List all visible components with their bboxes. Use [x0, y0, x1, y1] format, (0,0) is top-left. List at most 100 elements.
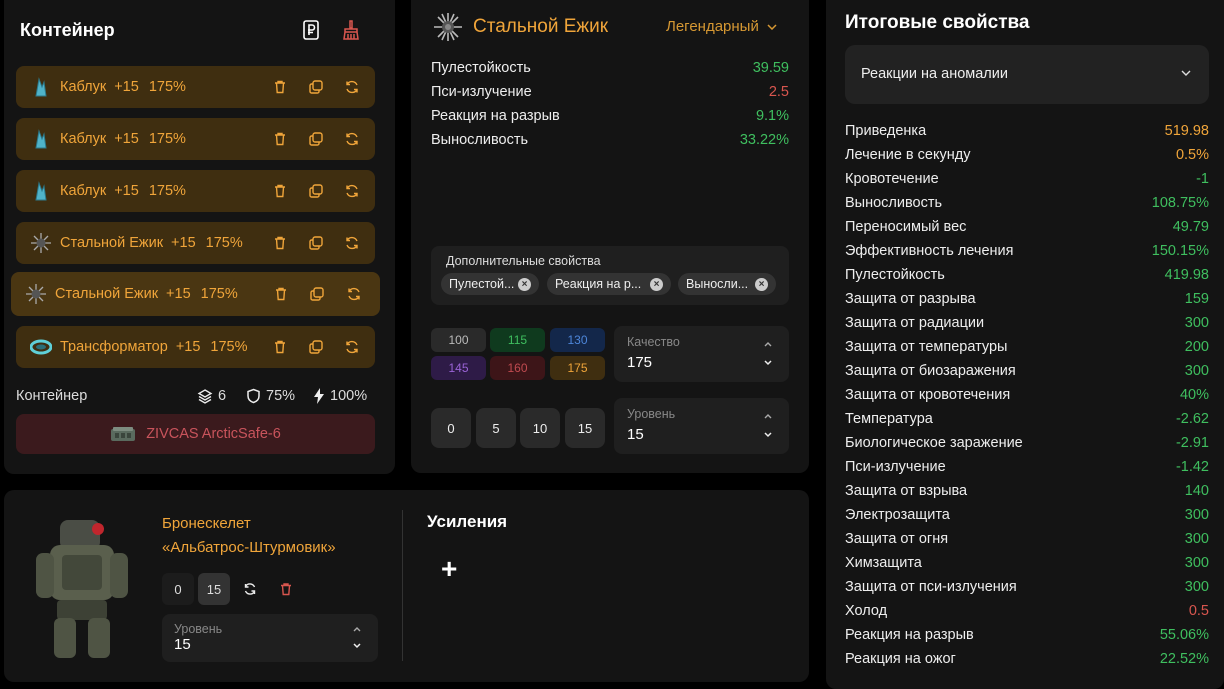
- trash-icon[interactable]: [272, 79, 288, 95]
- extra-chip[interactable]: Пулестой... ×: [441, 273, 539, 295]
- quality-label: Качество: [627, 335, 680, 349]
- container-slot[interactable]: Каблук +15 175%: [16, 118, 375, 160]
- container-select-button[interactable]: ZIVCAS ArcticSafe-6: [16, 414, 375, 454]
- refresh-icon: [244, 583, 256, 595]
- final-property-label: Температура: [845, 411, 933, 427]
- broom-clear-icon[interactable]: [342, 20, 360, 40]
- property-value: 9.1%: [755, 108, 789, 124]
- property-group-select[interactable]: Реакции на аномалии: [845, 45, 1209, 104]
- chevron-down-icon[interactable]: [763, 358, 773, 368]
- final-property-label: Биологическое заражение: [845, 435, 1023, 451]
- quality-button-160[interactable]: 160: [490, 356, 545, 380]
- chip-remove-icon[interactable]: ×: [518, 277, 531, 291]
- property-label: Пси-излучение: [431, 84, 532, 100]
- quality-button-130[interactable]: 130: [550, 328, 605, 352]
- chevron-down-icon: [767, 23, 777, 30]
- container-slot[interactable]: Каблук +15 175%: [16, 170, 375, 212]
- extra-properties-title: Дополнительные свойства: [446, 254, 601, 268]
- final-property-value: 108.75%: [1151, 195, 1209, 211]
- copy-icon[interactable]: [308, 79, 324, 95]
- final-property-label: Защита от температуры: [845, 339, 1008, 355]
- armor-level-stepper[interactable]: Уровень 15: [162, 614, 378, 662]
- copy-icon[interactable]: [308, 235, 324, 251]
- chevron-down-icon[interactable]: [352, 641, 362, 651]
- level-button-15[interactable]: 15: [565, 408, 605, 448]
- trash-icon[interactable]: [273, 286, 289, 302]
- final-property-value: 300: [1184, 531, 1209, 547]
- level-button-10[interactable]: 10: [520, 408, 560, 448]
- slots-stat: 6: [197, 388, 226, 404]
- copy-icon[interactable]: [308, 339, 324, 355]
- final-property-label: Пси-излучение: [845, 459, 946, 475]
- container-slot[interactable]: Каблук +15 175%: [16, 66, 375, 108]
- level-label: Уровень: [627, 407, 676, 421]
- trash-icon[interactable]: [272, 339, 288, 355]
- refresh-icon[interactable]: [344, 79, 360, 95]
- refresh-icon[interactable]: [346, 286, 362, 302]
- slot-quality: 175%: [205, 235, 243, 251]
- energy-stat: 100%: [313, 388, 367, 404]
- container-slot[interactable]: Стальной Ежик +15 175%: [16, 222, 375, 264]
- slot-name: Каблук: [60, 79, 107, 95]
- final-properties-panel: Итоговые свойства Реакции на аномалии Пр…: [826, 0, 1224, 689]
- armor-level-0-button[interactable]: 0: [162, 573, 194, 605]
- artifact-panel: Стальной Ежик Легендарный Пулестойкость 3…: [411, 0, 809, 473]
- final-property-value: -1: [1196, 171, 1209, 187]
- quality-stepper[interactable]: Качество 175: [614, 326, 789, 382]
- hedgehog-icon: [434, 13, 462, 41]
- level-button-5[interactable]: 5: [476, 408, 516, 448]
- final-property-row: Защита от радиации 300: [845, 315, 1209, 331]
- copy-icon[interactable]: [308, 183, 324, 199]
- artifact-header: Стальной Ежик: [433, 12, 608, 42]
- add-boost-button[interactable]: +: [441, 553, 457, 585]
- quality-button-100[interactable]: 100: [431, 328, 486, 352]
- final-property-label: Реакция на разрыв: [845, 627, 974, 643]
- trash-icon: [281, 583, 291, 596]
- chevron-down-icon[interactable]: [763, 430, 773, 440]
- quality-button-145[interactable]: 145: [431, 356, 486, 380]
- extra-chip[interactable]: Выносли... ×: [678, 273, 776, 295]
- refresh-icon[interactable]: [344, 339, 360, 355]
- final-property-row: Лечение в секунду 0.5%: [845, 147, 1209, 163]
- refresh-icon[interactable]: [344, 131, 360, 147]
- trash-icon[interactable]: [272, 235, 288, 251]
- chevron-up-icon[interactable]: [763, 339, 773, 349]
- property-value: 2.5: [768, 84, 789, 100]
- refresh-icon[interactable]: [344, 183, 360, 199]
- property-group-value: Реакции на аномалии: [861, 66, 1008, 82]
- transformer-icon: [30, 336, 52, 358]
- property-value: 33.22%: [739, 132, 789, 148]
- chip-label: Пулестой...: [449, 277, 515, 291]
- final-property-value: 300: [1184, 507, 1209, 523]
- copy-icon[interactable]: [309, 286, 325, 302]
- final-property-label: Пулестойкость: [845, 267, 945, 283]
- trash-icon[interactable]: [272, 183, 288, 199]
- chevron-up-icon[interactable]: [352, 624, 362, 634]
- final-property-label: Выносливость: [845, 195, 943, 211]
- slots-count: 6: [218, 388, 227, 404]
- final-property-label: Эффективность лечения: [845, 243, 1014, 259]
- container-title: Контейнер: [20, 20, 115, 40]
- chevron-up-icon[interactable]: [763, 411, 773, 421]
- extra-chip[interactable]: Реакция на р... ×: [547, 273, 671, 295]
- armor-delete-button[interactable]: [270, 573, 302, 605]
- lightning-icon: [314, 388, 324, 404]
- kabluk-icon: [30, 128, 52, 150]
- final-property-value: 159: [1184, 291, 1209, 307]
- rarity-dropdown[interactable]: Легендарный: [666, 18, 777, 35]
- copy-icon[interactable]: [308, 131, 324, 147]
- quality-button-115[interactable]: 115: [490, 328, 545, 352]
- refresh-icon[interactable]: [344, 235, 360, 251]
- container-slot[interactable]: Трансформатор +15 175%: [16, 326, 375, 368]
- level-button-0[interactable]: 0: [431, 408, 471, 448]
- quality-button-175[interactable]: 175: [550, 356, 605, 380]
- armor-level-15-button[interactable]: 15: [198, 573, 230, 605]
- trash-icon[interactable]: [272, 131, 288, 147]
- level-stepper[interactable]: Уровень 15: [614, 398, 789, 454]
- armor-reset-button[interactable]: [234, 573, 266, 605]
- layers-icon: [197, 389, 213, 404]
- chip-remove-icon[interactable]: ×: [755, 277, 768, 291]
- container-slot[interactable]: Стальной Ежик +15 175%: [11, 272, 380, 316]
- ruble-receipt-icon[interactable]: [302, 20, 320, 40]
- chip-remove-icon[interactable]: ×: [650, 277, 663, 291]
